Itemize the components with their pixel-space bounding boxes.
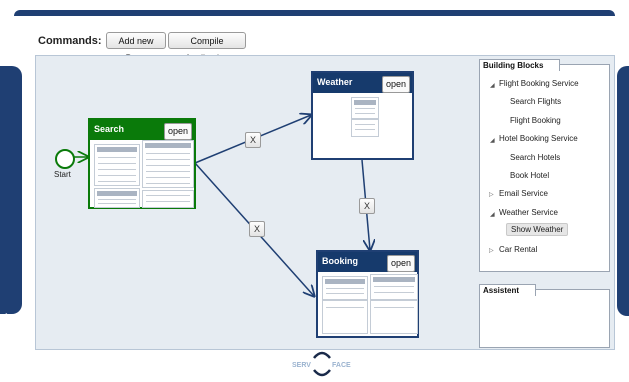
tree-item-car-rental[interactable]: Car Rental <box>499 245 537 254</box>
page-weather[interactable]: Weather open <box>311 71 414 160</box>
open-page-button[interactable]: open <box>386 255 415 272</box>
widget-thumbnail <box>370 300 418 334</box>
tree-item-flight-booking-service[interactable]: Flight Booking Service <box>499 79 579 88</box>
page-title: Search <box>94 124 125 134</box>
widget-thumbnail <box>370 274 418 300</box>
tree-item-flight-booking[interactable]: Flight Booking <box>510 116 561 125</box>
logo-right-text: FACE <box>332 362 351 369</box>
triangle-down-icon[interactable]: ◢ <box>490 211 495 218</box>
assistant-title: Assistent <box>479 284 537 296</box>
open-page-button[interactable]: open <box>381 76 410 93</box>
page-search[interactable]: Search open <box>88 118 196 209</box>
page-title: Weather <box>317 77 353 87</box>
widget-thumbnail <box>351 97 379 119</box>
page-header: Weather open <box>313 73 412 93</box>
logo-left-text: SERV <box>292 362 311 369</box>
start-label: Start <box>54 170 71 179</box>
widget-thumbnail <box>94 188 140 208</box>
tree-item-hotel-booking-service[interactable]: Hotel Booking Service <box>499 134 578 143</box>
page-booking[interactable]: Booking open <box>316 250 419 338</box>
open-page-button[interactable]: open <box>163 123 192 140</box>
widget-thumbnail <box>94 144 140 186</box>
assistant-panel: Assistent <box>479 284 610 348</box>
remove-connection-button[interactable]: X <box>245 132 261 148</box>
tree-item-search-flights[interactable]: Search Flights <box>510 97 561 106</box>
servface-logo: SERV FACE <box>292 350 352 378</box>
widget-thumbnail <box>142 190 194 208</box>
page-header: Search open <box>90 120 194 140</box>
remove-connection-button[interactable]: X <box>359 198 375 214</box>
widget-thumbnail <box>322 300 368 334</box>
tree-item-show-weather[interactable]: Show Weather <box>506 223 569 236</box>
tree-item-email-service[interactable]: Email Service <box>499 189 548 198</box>
building-blocks-title: Building Blocks <box>479 59 561 71</box>
triangle-down-icon[interactable]: ◢ <box>490 137 495 144</box>
tree-item-weather-service[interactable]: Weather Service <box>499 208 558 217</box>
widget-thumbnail <box>351 119 379 137</box>
triangle-right-icon[interactable]: ▷ <box>489 191 494 198</box>
start-node[interactable] <box>55 149 75 169</box>
widget-thumbnail <box>322 276 368 300</box>
widget-thumbnail <box>142 140 194 188</box>
building-blocks-panel: Building Blocks <box>479 59 610 272</box>
tree-item-book-hotel[interactable]: Book Hotel <box>510 171 549 180</box>
page-header: Booking open <box>318 252 417 272</box>
tree-item-search-hotels[interactable]: Search Hotels <box>510 153 560 162</box>
triangle-down-icon[interactable]: ◢ <box>490 82 495 89</box>
triangle-right-icon[interactable]: ▷ <box>489 247 494 254</box>
remove-connection-button[interactable]: X <box>249 221 265 237</box>
page-title: Booking <box>322 256 358 266</box>
